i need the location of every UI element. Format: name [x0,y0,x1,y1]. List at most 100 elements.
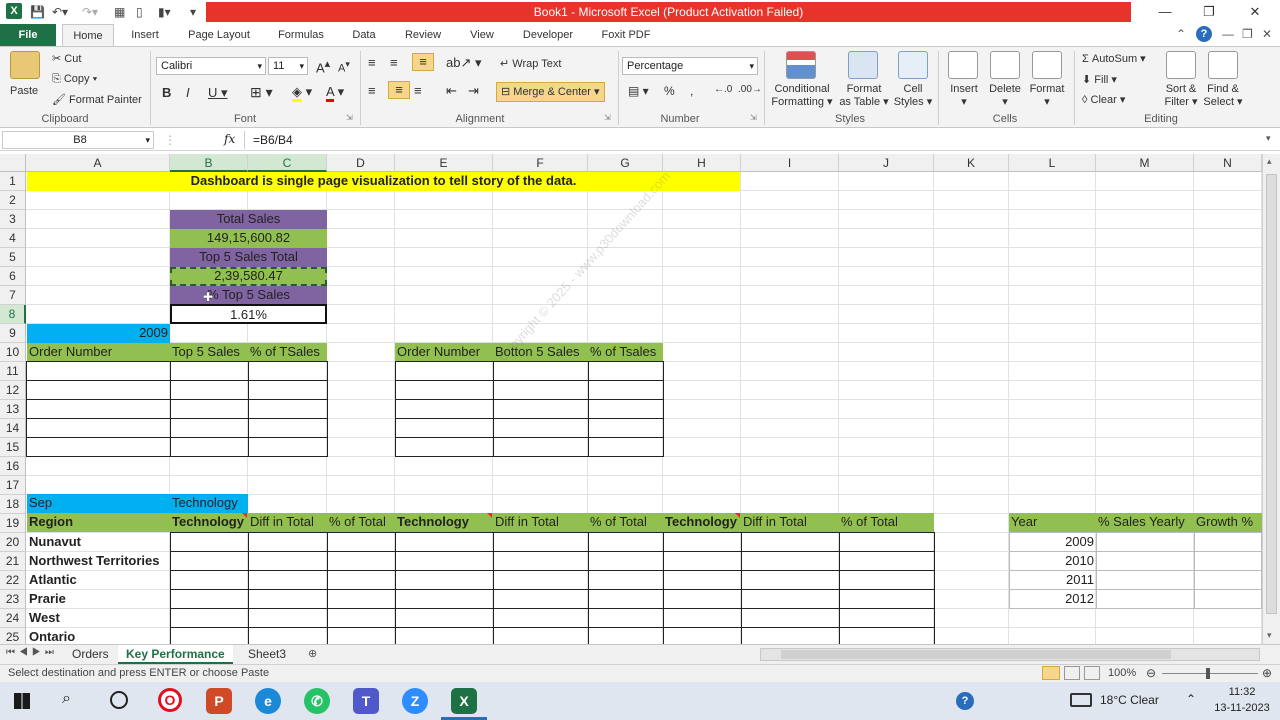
row-header-22[interactable]: 22 [0,571,26,590]
italic-icon[interactable]: I [186,85,190,100]
table-cell[interactable] [493,418,589,438]
region-value-cell[interactable] [395,608,494,628]
region-value-cell[interactable] [663,608,742,628]
decrease-decimal-icon[interactable]: .00→ [738,84,762,95]
weather-text[interactable]: 18°C Clear [1100,693,1159,707]
region-value-cell[interactable] [327,532,396,552]
table-cell[interactable] [493,399,589,419]
region-value-cell[interactable] [395,627,494,644]
align-middle-icon[interactable]: ≡ [390,55,398,70]
column-header-f[interactable]: F [493,154,588,172]
page-layout-view-icon[interactable] [1064,666,1080,680]
column-header-j[interactable]: J [839,154,934,172]
region-value-cell[interactable] [839,570,935,590]
order-number-header[interactable]: Order Number [27,343,170,362]
percent-tsales-header[interactable]: % of TSales [248,343,327,362]
shrink-font-icon[interactable]: A▾ [338,59,350,75]
format-as-table-button[interactable]: Format as Table ▾ [838,83,890,108]
fill-color-icon[interactable]: ◈ ▾ [292,84,312,102]
align-center-icon[interactable]: ≡ [388,81,410,99]
conditional-formatting-button[interactable]: Conditional Formatting ▾ [770,83,834,108]
table-cell[interactable] [26,380,171,400]
monitor-icon[interactable] [1070,693,1092,707]
column-header-i[interactable]: I [741,154,839,172]
region-value-cell[interactable] [493,551,589,571]
region-value-cell[interactable] [588,570,664,590]
accounting-format-icon[interactable]: ▤ ▾ [628,84,649,98]
region-value-cell[interactable] [395,532,494,552]
sales-yearly-header[interactable]: % Sales Yearly [1096,513,1194,532]
font-size-select[interactable]: 11 ▾ [268,57,308,75]
top5-percent-value-selected[interactable]: 1.61% [170,304,327,324]
table-cell[interactable] [395,418,494,438]
row-header-1[interactable]: 1 [0,172,26,191]
table-cell[interactable] [26,437,171,457]
region-value-cell[interactable] [663,551,742,571]
region-value-cell[interactable] [395,570,494,590]
find-select-button[interactable]: Find & Select ▾ [1202,83,1244,108]
row-header-11[interactable]: 11 [0,362,26,381]
sheet-tab-orders[interactable]: Orders [64,645,117,664]
orientation-icon[interactable]: ab↗ ▾ [446,55,482,71]
clock-time[interactable]: 11:32 [1212,686,1272,698]
table-cell[interactable] [26,399,171,419]
table-cell[interactable] [493,437,589,457]
region-value-cell[interactable] [327,589,396,609]
percent-total-header-1[interactable]: % of Total [327,513,395,532]
tab-file[interactable]: File [0,24,56,46]
growth-cell[interactable] [1194,551,1262,571]
edge-icon[interactable]: e [255,688,281,714]
tab-data[interactable]: Data [344,24,384,46]
tab-home[interactable]: Home [62,24,114,46]
region-value-cell[interactable] [839,589,935,609]
year-cell[interactable]: 2009 [27,324,170,343]
page-break-view-icon[interactable] [1084,666,1100,680]
table-cell[interactable] [248,361,328,381]
row-header-18[interactable]: 18 [0,495,26,514]
region-name[interactable]: West [27,609,170,628]
table-cell[interactable] [493,361,589,381]
region-value-cell[interactable] [839,627,935,644]
comma-style-icon[interactable]: , [690,84,693,98]
sales-yearly-cell[interactable] [1096,589,1195,609]
table-cell[interactable] [588,437,664,457]
align-top-icon[interactable]: ≡ [368,55,376,70]
region-value-cell[interactable] [248,532,328,552]
redo-icon[interactable]: ↷▾ [82,3,98,21]
clear-button[interactable]: ◊ Clear ▾ [1082,93,1125,106]
column-header-n[interactable]: N [1194,154,1262,172]
align-left-icon[interactable]: ≡ [368,83,376,98]
percent-total-header-3[interactable]: % of Total [839,513,934,532]
number-format-select[interactable]: Percentage ▾ [622,57,758,75]
region-value-cell[interactable] [663,532,742,552]
table-cell[interactable] [26,361,171,381]
table-cell[interactable] [170,380,249,400]
region-value-cell[interactable] [493,608,589,628]
table-cell[interactable] [248,437,328,457]
growth-cell[interactable] [1194,589,1262,609]
table-cell[interactable] [26,418,171,438]
sheet-nav-icon[interactable]: ⏮◀▶⏭ [6,647,58,658]
opera-icon[interactable]: O [158,688,182,712]
increase-decimal-icon[interactable]: ←.0 [714,84,732,95]
column-header-l[interactable]: L [1009,154,1096,172]
region-name[interactable]: Northwest Territories [27,552,170,571]
region-header[interactable]: Region [27,513,170,532]
row-header-5[interactable]: 5 [0,248,26,267]
bold-icon[interactable]: B [162,85,171,100]
paste-button[interactable]: Paste [10,85,38,97]
column-header-d[interactable]: D [327,154,395,172]
merge-center-button[interactable]: ⊟ Merge & Center ▾ [496,82,605,102]
chart-icon[interactable]: ▮▾ [158,3,171,21]
help-icon[interactable]: ? [1196,26,1212,42]
column-header-b[interactable]: B [170,154,248,172]
region-value-cell[interactable] [248,551,328,571]
row-header-7[interactable]: 7 [0,286,26,305]
collapse-ribbon-icon[interactable]: ⌃ [1176,27,1186,41]
scroll-up-icon[interactable]: ▴ [1267,156,1272,167]
format-button[interactable]: Format ▾ [1026,83,1068,108]
region-value-cell[interactable] [741,627,840,644]
insert-button[interactable]: Insert ▾ [946,83,982,108]
region-value-cell[interactable] [395,589,494,609]
copy-button[interactable]: ⎘ Copy ▾ [52,73,97,86]
